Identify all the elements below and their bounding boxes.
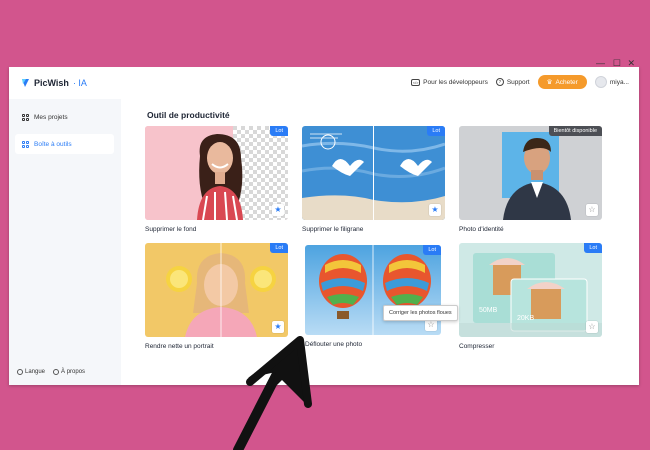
app-logo[interactable]: PicWish · IA bbox=[21, 78, 87, 88]
support-label: Support bbox=[506, 78, 530, 86]
buy-label: Acheter bbox=[555, 78, 578, 86]
about-label: À propos bbox=[61, 369, 86, 375]
star-icon[interactable]: ★ bbox=[429, 204, 441, 216]
card-label: Compresser bbox=[459, 343, 495, 350]
card-label: Déflouter une photo bbox=[305, 341, 363, 348]
about-link[interactable]: À propos bbox=[53, 369, 85, 375]
buy-button[interactable]: ♛ Acheter bbox=[537, 75, 587, 89]
tool-card-remove-watermark[interactable]: Lot ★ Supprimer le filigrane bbox=[302, 126, 445, 233]
id-photo-thumbnail: Bientôt disponible ☆ bbox=[459, 126, 602, 220]
sidebar-item-toolbox[interactable]: Boîte à outils bbox=[15, 134, 114, 154]
star-icon[interactable]: ☆ bbox=[586, 204, 598, 216]
user-name: miya... bbox=[609, 78, 629, 86]
info-icon bbox=[53, 369, 60, 375]
user-menu[interactable]: miya... bbox=[594, 76, 629, 88]
sidebar: Mes projets Boîte à outils Langue À prop… bbox=[9, 99, 121, 385]
remove-watermark-thumbnail: Lot ★ bbox=[302, 126, 445, 220]
section-title: Outil de productivité bbox=[147, 110, 230, 120]
original-size-label: 50MB bbox=[479, 307, 498, 314]
coming-soon-badge: Bientôt disponible bbox=[548, 126, 602, 136]
main-content: Outil de productivité Lot ★ Supprimer le… bbox=[121, 99, 639, 385]
picwish-logo-icon bbox=[21, 78, 30, 88]
star-icon[interactable]: ☆ bbox=[586, 321, 598, 333]
compressed-size-label: 20KB bbox=[517, 315, 535, 322]
sidebar-item-label: Boîte à outils bbox=[34, 140, 72, 148]
globe-icon bbox=[17, 369, 23, 375]
support-link[interactable]: ? Support bbox=[495, 78, 530, 86]
code-window-icon: </> bbox=[411, 78, 421, 86]
tool-card-unblur-photo[interactable]: Lot ☆ Déflouter une photo bbox=[305, 245, 448, 348]
app-suffix: · IA bbox=[72, 78, 87, 88]
star-icon[interactable]: ★ bbox=[272, 204, 284, 216]
sidebar-footer: Langue À propos bbox=[17, 369, 85, 375]
developers-link[interactable]: </> Pour les développeurs bbox=[411, 78, 488, 86]
app-window: — ☐ ✕ PicWish · IA </> Pour les développ… bbox=[9, 58, 639, 385]
app-name: PicWish bbox=[34, 78, 69, 88]
sidebar-item-projects[interactable]: Mes projets bbox=[15, 107, 114, 127]
card-label: Rendre nette un portrait bbox=[145, 343, 214, 350]
avatar bbox=[594, 76, 607, 88]
developers-label: Pour les développeurs bbox=[423, 78, 488, 86]
chat-icon: ? bbox=[495, 78, 504, 86]
remove-bg-thumbnail: Lot ★ bbox=[145, 126, 288, 220]
card-label: Supprimer le filigrane bbox=[302, 226, 364, 233]
unblur-photo-thumbnail: Lot ☆ bbox=[305, 245, 441, 335]
card-label: Photo d'identité bbox=[459, 226, 504, 233]
projects-icon bbox=[22, 113, 29, 121]
language-label: Langue bbox=[25, 369, 46, 375]
batch-badge: Lot bbox=[270, 243, 288, 253]
compress-thumbnail: 50MB 20KB Lot ☆ bbox=[459, 243, 602, 337]
header-actions: </> Pour les développeurs ? Support ♛ Ac… bbox=[411, 75, 629, 89]
tool-card-sharpen-portrait[interactable]: Lot ★ Rendre nette un portrait bbox=[145, 243, 288, 350]
language-link[interactable]: Langue bbox=[17, 369, 45, 375]
grid-icon bbox=[22, 140, 29, 148]
batch-badge: Lot bbox=[270, 126, 288, 136]
top-bar: PicWish · IA </> Pour les développeurs ?… bbox=[9, 67, 639, 99]
tool-card-compress[interactable]: 50MB 20KB Lot ☆ Compresser bbox=[459, 243, 602, 350]
batch-badge: Lot bbox=[427, 126, 445, 136]
sidebar-item-label: Mes projets bbox=[34, 113, 68, 121]
tool-card-id-photo[interactable]: Bientôt disponible ☆ Photo d'identité bbox=[459, 126, 602, 233]
batch-badge: Lot bbox=[584, 243, 602, 253]
card-label: Supprimer le fond bbox=[145, 226, 197, 233]
crown-icon: ♛ bbox=[546, 79, 553, 86]
star-icon[interactable]: ★ bbox=[272, 321, 284, 333]
batch-badge: Lot bbox=[423, 245, 441, 255]
sharpen-portrait-thumbnail: Lot ★ bbox=[145, 243, 288, 337]
tool-card-remove-bg[interactable]: Lot ★ Supprimer le fond bbox=[145, 126, 288, 233]
unblur-tooltip: Corriger les photos floues bbox=[383, 305, 458, 321]
